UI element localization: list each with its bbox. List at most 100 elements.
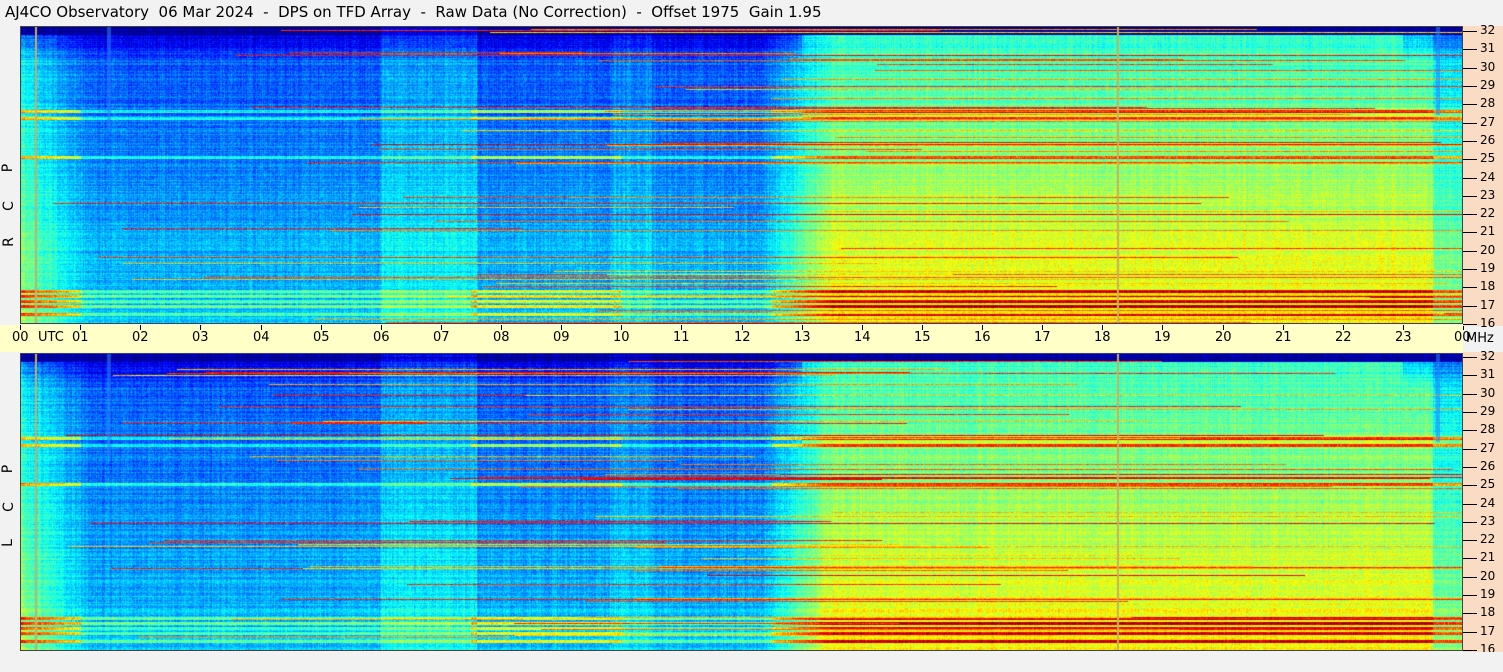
lcp-freq-tick-label: 19: [1480, 587, 1496, 601]
lcp-freq-tick-label: 26: [1480, 459, 1496, 473]
rcp-freq-tick-mark: [1463, 31, 1477, 32]
lcp-letter-3: L: [0, 539, 16, 547]
rcp-freq-tick-mark: [1463, 232, 1477, 233]
rcp-letter-2: C: [0, 201, 17, 211]
rcp-freq-tick-mark: [1463, 287, 1477, 288]
lcp-freq-tick-label: 25: [1480, 477, 1496, 491]
time-tick-label: 13: [794, 330, 811, 345]
lcp-freq-tick-mark: [1463, 412, 1477, 413]
rcp-freq-tick-label: 29: [1480, 78, 1496, 92]
rcp-freq-tick-label: 25: [1480, 151, 1496, 165]
lcp-freq-tick-mark: [1463, 467, 1477, 468]
rcp-freq-tick-mark: [1463, 49, 1477, 50]
utc-label: UTC: [38, 330, 64, 345]
time-tick-label: 05: [313, 330, 330, 345]
rcp-freq-tick-label: 32: [1480, 23, 1496, 37]
lcp-freq-tick-label: 29: [1480, 404, 1496, 418]
rcp-panel-label: P C R: [0, 26, 18, 324]
lcp-freq-tick-mark: [1463, 449, 1477, 450]
lcp-freq-tick-label: 30: [1480, 386, 1496, 400]
time-tick-label: 19: [1154, 330, 1171, 345]
lcp-freq-tick-mark: [1463, 613, 1477, 614]
lcp-freq-tick-label: 24: [1480, 496, 1496, 510]
rcp-freq-tick-label: 17: [1480, 298, 1496, 312]
time-tick-label: 23: [1395, 330, 1412, 345]
lcp-freq-tick-mark: [1463, 394, 1477, 395]
lcp-freq-tick-label: 21: [1480, 550, 1496, 564]
lcp-letter-2: C: [0, 502, 17, 512]
rcp-freq-tick-label: 28: [1480, 96, 1496, 110]
lcp-panel-label: P C L: [0, 353, 18, 651]
lcp-freq-tick-mark: [1463, 522, 1477, 523]
rcp-spectrogram: [20, 26, 1463, 324]
time-tick-label: 18: [1094, 330, 1111, 345]
lcp-freq-tick-label: 32: [1480, 349, 1496, 363]
time-tick-label: 02: [132, 330, 149, 345]
time-tick-label: 21: [1275, 330, 1292, 345]
rcp-freq-tick-mark: [1463, 123, 1477, 124]
time-tick-label: 09: [553, 330, 570, 345]
time-tick-label: 07: [433, 330, 450, 345]
time-tick-label: 03: [192, 330, 209, 345]
rcp-freq-tick-mark: [1463, 214, 1477, 215]
time-tick-label: 14: [854, 330, 871, 345]
lcp-freq-tick-label: 18: [1480, 605, 1496, 619]
lcp-freq-tick-label: 31: [1480, 367, 1496, 381]
time-tick-label: 16: [974, 330, 991, 345]
time-tick-label: 17: [1034, 330, 1051, 345]
lcp-freq-tick-label: 20: [1480, 569, 1496, 583]
time-tick-label: 22: [1335, 330, 1352, 345]
lcp-freq-tick-mark: [1463, 357, 1477, 358]
rcp-frequency-axis: 32 31 30 29 28 27 26 25 24 23 22 21 20 19 18 17 16: [1463, 23, 1503, 330]
lcp-freq-tick-mark: [1463, 595, 1477, 596]
lcp-frequency-axis: 32 31 30 29 28 27 26 25 24 23 22 21 20 19 18 17 16: [1463, 349, 1503, 656]
time-tick-label: 00: [12, 330, 29, 345]
time-tick-label: 01: [72, 330, 89, 345]
rcp-freq-tick-mark: [1463, 86, 1477, 87]
lcp-spectrogram: [20, 353, 1463, 651]
rcp-freq-tick-label: 21: [1480, 224, 1496, 238]
rcp-freq-tick-label: 24: [1480, 170, 1496, 184]
lcp-freq-tick-label: 28: [1480, 422, 1496, 436]
rcp-freq-tick-label: 22: [1480, 206, 1496, 220]
lcp-freq-tick-mark: [1463, 632, 1477, 633]
time-tick-label: 06: [373, 330, 390, 345]
footer-strip: [0, 652, 1503, 672]
lcp-freq-tick-mark: [1463, 485, 1477, 486]
rcp-freq-tick-mark: [1463, 68, 1477, 69]
lcp-freq-tick-label: 23: [1480, 514, 1496, 528]
time-tick-label: 20: [1215, 330, 1232, 345]
time-tick-label: 08: [493, 330, 510, 345]
time-tick-label: 11: [673, 330, 690, 345]
lcp-freq-tick-mark: [1463, 375, 1477, 376]
time-axis: UTC 00 01 02 03 04 05 06 07 08 09 10 11 12 13 14 15 16 17…: [0, 325, 1471, 352]
rcp-freq-tick-label: 26: [1480, 133, 1496, 147]
rcp-freq-tick-label: 16: [1480, 316, 1496, 330]
rcp-freq-tick-label: 27: [1480, 115, 1496, 129]
lcp-freq-tick-mark: [1463, 577, 1477, 578]
lcp-freq-tick-label: 27: [1480, 441, 1496, 455]
rcp-freq-tick-mark: [1463, 141, 1477, 142]
rcp-freq-tick-mark: [1463, 159, 1477, 160]
rcp-spectrogram-canvas: [20, 26, 1463, 324]
chart-title: AJ4CO Observatory 06 Mar 2024 - DPS on T…: [5, 3, 822, 21]
lcp-spectrogram-canvas: [20, 353, 1463, 651]
rcp-freq-tick-label: 30: [1480, 60, 1496, 74]
lcp-freq-tick-label: 22: [1480, 532, 1496, 546]
rcp-freq-tick-label: 31: [1480, 41, 1496, 55]
time-tick-label: 04: [253, 330, 270, 345]
lcp-freq-tick-mark: [1463, 558, 1477, 559]
rcp-freq-tick-label: 23: [1480, 188, 1496, 202]
rcp-freq-tick-mark: [1463, 269, 1477, 270]
rcp-freq-tick-mark: [1463, 251, 1477, 252]
rcp-freq-tick-label: 19: [1480, 261, 1496, 275]
rcp-freq-tick-label: 18: [1480, 279, 1496, 293]
rcp-letter-3: R: [0, 237, 17, 247]
rcp-freq-tick-mark: [1463, 324, 1477, 325]
lcp-freq-tick-label: 17: [1480, 624, 1496, 638]
rcp-letter-1: P: [0, 163, 17, 173]
lcp-freq-tick-mark: [1463, 430, 1477, 431]
lcp-freq-tick-mark: [1463, 650, 1477, 651]
rcp-freq-tick-mark: [1463, 104, 1477, 105]
rcp-freq-tick-mark: [1463, 178, 1477, 179]
